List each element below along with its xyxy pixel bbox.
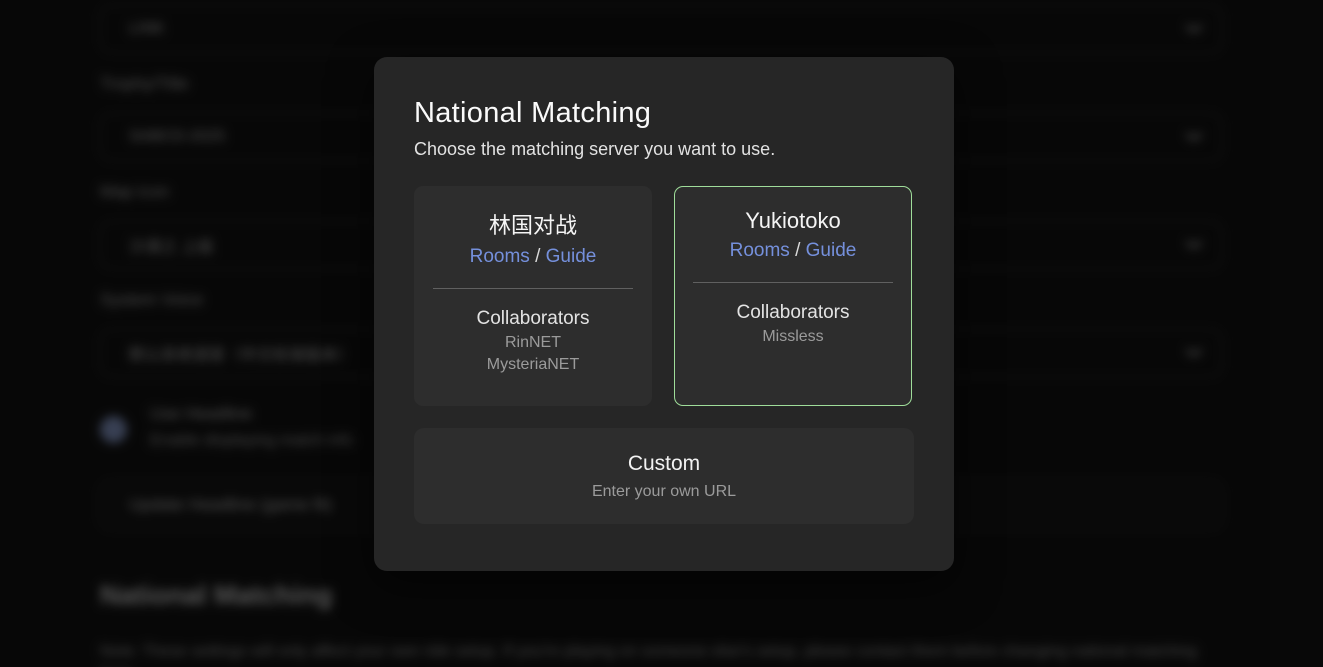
link-separator: / [795,240,806,261]
guide-link[interactable]: Guide [546,246,597,267]
custom-card-subtitle: Enter your own URL [592,483,736,501]
server-card-linguo[interactable]: 林国对战 Rooms / Guide Collaborators RinNET … [414,186,652,406]
collaborators-heading: Collaborators [737,302,850,324]
collaborator-name: Missless [762,328,823,346]
rooms-link[interactable]: Rooms [730,240,790,261]
modal-subtitle: Choose the matching server you want to u… [414,139,914,160]
collaborators-heading: Collaborators [477,308,590,330]
server-card-yukiotoko[interactable]: Yukiotoko Rooms / Guide Collaborators Mi… [674,186,912,406]
server-name: 林国对战 [489,208,577,240]
custom-server-card[interactable]: Custom Enter your own URL [414,428,914,524]
guide-link[interactable]: Guide [806,240,857,261]
card-divider [693,282,893,283]
card-divider [433,288,633,289]
custom-card-title: Custom [628,452,700,476]
collaborator-name: RinNET [505,334,561,352]
link-separator: / [535,246,546,267]
modal-title: National Matching [414,97,914,130]
server-links: Rooms / Guide [470,246,597,268]
collaborator-name: MysteriaNET [487,356,579,374]
server-links: Rooms / Guide [730,240,857,262]
server-name: Yukiotoko [745,208,840,234]
rooms-link[interactable]: Rooms [470,246,530,267]
national-matching-modal: National Matching Choose the matching se… [374,57,954,571]
server-options-row: 林国对战 Rooms / Guide Collaborators RinNET … [414,186,914,406]
page: LINK ❯ Trophy/Title SABCD-2025 ❯ Map ico… [0,0,1323,667]
